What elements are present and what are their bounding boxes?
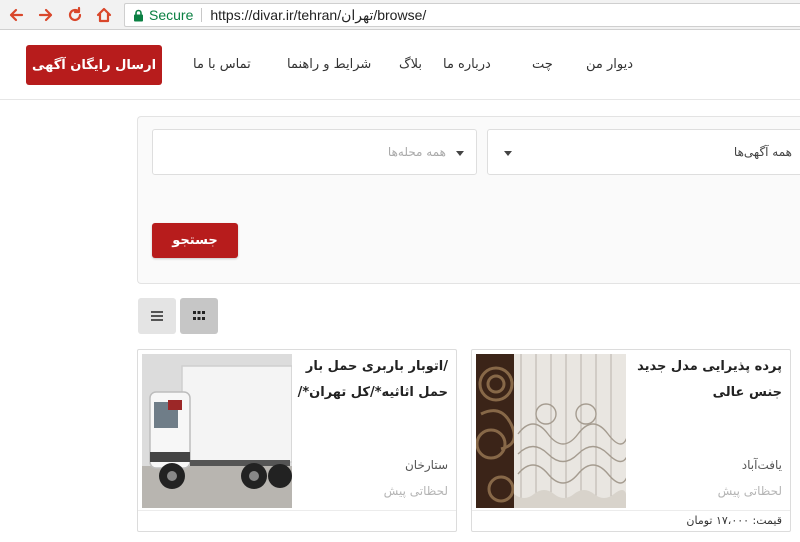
post-ad-button[interactable]: ارسال رایگان آگهی — [26, 45, 162, 85]
grid-view-icon — [193, 311, 205, 320]
search-button[interactable]: جستجو — [152, 223, 238, 258]
forward-button[interactable] — [34, 3, 58, 27]
ad-price: قیمت: ۱۷،۰۰۰ تومان — [686, 514, 782, 527]
address-bar[interactable]: Secure https://divar.ir/tehran/تهران/bro… — [124, 3, 800, 27]
list-view-button[interactable] — [138, 298, 176, 334]
nav-blog[interactable]: بلاگ — [399, 57, 422, 72]
caret-down-icon — [504, 151, 512, 156]
nav-chat[interactable]: چت — [532, 57, 553, 72]
home-icon — [96, 7, 112, 23]
district-select[interactable]: همه محله‌ها — [152, 129, 477, 175]
ad-time: لحظاتی پیش — [383, 484, 448, 498]
forward-arrow-icon — [38, 8, 53, 22]
ad-time: لحظاتی پیش — [717, 484, 782, 498]
back-arrow-icon — [9, 8, 24, 22]
ad-location: ستارخان — [404, 458, 448, 472]
grid-view-button[interactable] — [180, 298, 218, 334]
curtain-image[interactable] — [476, 354, 626, 508]
ad-card-moving[interactable]: /اتوبار باربری حمل بار حمل اثاثیه*/کل ته… — [137, 349, 457, 532]
category-select[interactable]: همه آگهی‌ها — [487, 129, 800, 175]
address-separator — [201, 8, 203, 22]
search-panel: همه محله‌ها همه آگهی‌ها جستجو — [137, 116, 800, 284]
browser-toolbar: Secure https://divar.ir/tehran/تهران/bro… — [0, 0, 800, 30]
ad-location: یافت‌آباد — [741, 458, 782, 472]
home-button[interactable] — [92, 3, 116, 27]
ad-card-curtain[interactable]: پرده پذیرایی مدل جدید جنس عالی یافت‌آباد… — [471, 349, 791, 532]
reload-button[interactable] — [63, 3, 87, 27]
reload-icon — [68, 6, 82, 22]
back-button[interactable] — [4, 3, 28, 27]
list-view-icon — [151, 311, 163, 321]
secure-label: Secure — [149, 7, 194, 23]
lock-icon — [134, 9, 143, 21]
ad-title[interactable]: پرده پذیرایی مدل جدید جنس عالی — [622, 354, 782, 406]
nav-my-divar[interactable]: دیوار من — [586, 57, 633, 72]
card-divider — [138, 510, 456, 511]
caret-down-icon — [456, 151, 464, 156]
nav-contact-us[interactable]: تماس با ما — [193, 57, 251, 72]
site-header: ارسال رایگان آگهی تماس با ما شرایط و راه… — [0, 30, 800, 100]
ad-title[interactable]: /اتوبار باربری حمل بار حمل اثاثیه*/کل ته… — [288, 354, 448, 406]
nav-terms-guide[interactable]: شرایط و راهنما — [287, 57, 371, 72]
card-divider — [472, 510, 790, 511]
nav-about-us[interactable]: درباره ما — [443, 57, 491, 72]
truck-image[interactable] — [142, 354, 292, 508]
url-text[interactable]: https://divar.ir/tehran/تهران/browse/ — [210, 7, 426, 24]
category-value: همه آگهی‌ها — [733, 145, 792, 159]
district-placeholder: همه محله‌ها — [387, 145, 446, 159]
